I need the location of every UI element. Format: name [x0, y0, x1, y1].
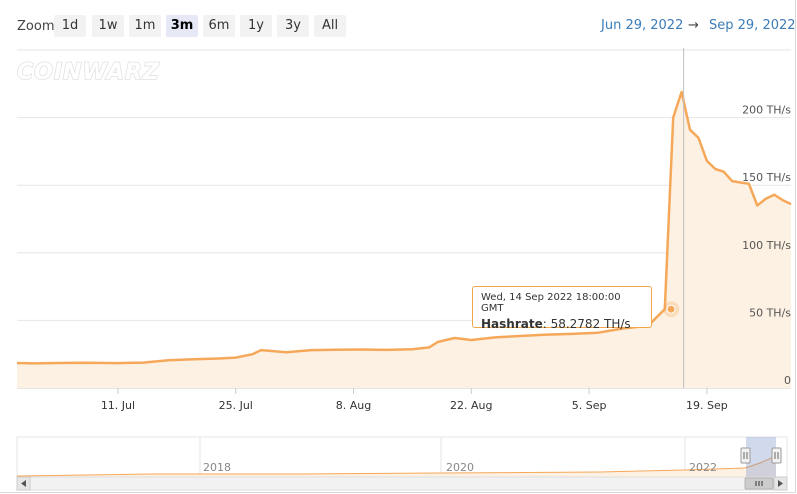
series-hashrate-area — [17, 91, 791, 389]
x-tick-label: 11. Jul — [101, 399, 135, 412]
tooltip-date: Wed, 14 Sep 2022 18:00:00 GMT — [481, 292, 621, 314]
scrollbar-track[interactable] — [16, 476, 788, 491]
watermark-logo: COINWARZ — [17, 60, 160, 85]
hover-marker[interactable] — [666, 304, 676, 314]
scrollbar[interactable] — [16, 476, 788, 491]
x-tick-label: 5. Sep — [572, 399, 607, 412]
hover-tooltip: Wed, 14 Sep 2022 18:00:00 GMT Hashrate: … — [472, 286, 652, 331]
tooltip-series-name: Hashrate — [481, 317, 543, 331]
navigator: 2018 2020 2022 — [16, 436, 788, 478]
x-axis-labels: 11. Jul 25. Jul 8. Aug 22. Aug 5. Sep 19. Sep — [101, 388, 728, 412]
x-tick-label: 19. Sep — [686, 399, 728, 412]
navigator-label-2022: 2022 — [689, 461, 717, 474]
x-tick-label: 22. Aug — [450, 399, 492, 412]
y-tick-label: 200 TH/s — [742, 104, 791, 117]
navigator-handle-left[interactable] — [740, 447, 751, 464]
x-tick-label: 25. Jul — [219, 399, 253, 412]
chart-svg: COINWARZ 0 50 TH/s 100 TH/s 150 TH/s 200 TH/… — [16, 48, 792, 491]
tooltip-value: 58.2782 TH/s — [550, 317, 631, 331]
navigator-handle-right[interactable] — [771, 447, 782, 464]
y-tick-label: 50 TH/s — [749, 306, 791, 319]
y-tick-label: 0 — [784, 374, 791, 387]
y-tick-label: 150 TH/s — [742, 171, 791, 184]
tooltip-colon: : — [542, 317, 551, 331]
navigator-label-2018: 2018 — [203, 461, 231, 474]
y-tick-label: 100 TH/s — [742, 239, 791, 252]
navigator-label-2020: 2020 — [446, 461, 474, 474]
x-tick-label: 8. Aug — [336, 399, 371, 412]
tooltip-row: Hashrate: 58.2782 TH/s — [481, 317, 643, 331]
